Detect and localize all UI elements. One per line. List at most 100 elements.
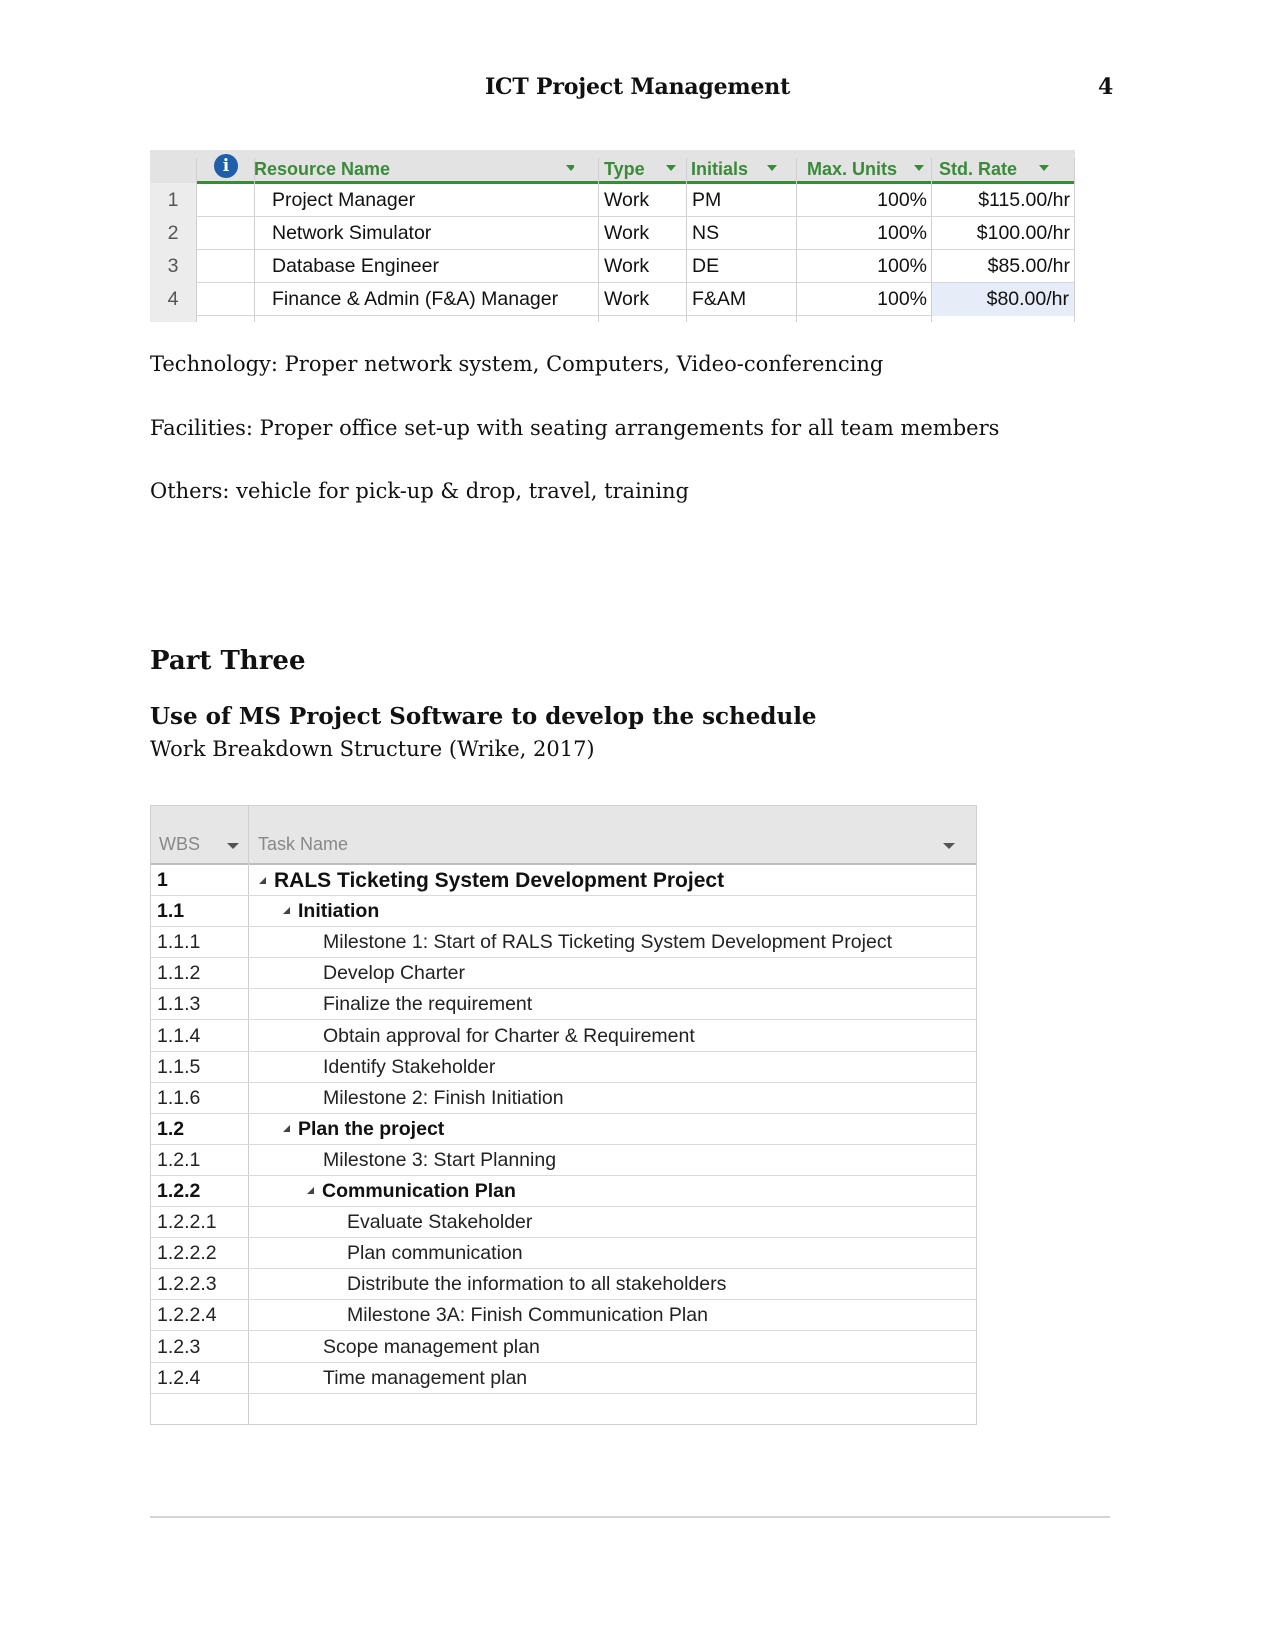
- wbs-row[interactable]: 1.1.6 Milestone 2: Finish Initiation: [151, 1083, 976, 1114]
- std-rate-cell[interactable]: $100.00/hr: [935, 217, 1070, 250]
- initials-cell[interactable]: NS: [692, 217, 792, 250]
- summary-task-name[interactable]: Plan the project: [283, 1114, 444, 1145]
- wbs-row[interactable]: 1.1.3 Finalize the requirement: [151, 989, 976, 1021]
- summary-task-name[interactable]: RALS Ticketing System Development Projec…: [259, 865, 724, 896]
- wbs-row[interactable]: 1.2.2 Communication Plan: [151, 1176, 976, 1208]
- collapse-triangle-icon[interactable]: [283, 907, 290, 915]
- initials-cell[interactable]: PM: [692, 184, 792, 217]
- std-rate-cell-selected[interactable]: $80.00/hr: [932, 283, 1074, 316]
- column-header-max-units[interactable]: Max. Units: [807, 150, 927, 183]
- task-name[interactable]: Distribute the information to all stakeh…: [347, 1269, 726, 1300]
- filter-dropdown-icon[interactable]: [566, 165, 574, 171]
- wbs-code: 1.1.2: [157, 962, 201, 985]
- collapse-triangle-icon[interactable]: [283, 1124, 290, 1132]
- part-three-heading: Part Three: [150, 646, 306, 676]
- wbs-row[interactable]: 1.1.2 Develop Charter: [151, 958, 976, 990]
- column-header-initials[interactable]: Initials: [691, 150, 779, 183]
- task-name[interactable]: Milestone 2: Finish Initiation: [323, 1083, 564, 1114]
- task-name-text: Plan the project: [298, 1117, 445, 1140]
- column-header-std-rate[interactable]: Std. Rate: [939, 150, 1069, 183]
- wbs-row[interactable]: 1.1.5 Identify Stakeholder: [151, 1052, 976, 1083]
- type-cell[interactable]: Work: [604, 184, 684, 217]
- max-units-cell[interactable]: 100%: [800, 184, 927, 217]
- grid-line: [796, 158, 797, 322]
- column-header-type[interactable]: Type: [604, 150, 682, 183]
- column-header-wbs[interactable]: WBS: [159, 834, 200, 855]
- wbs-row[interactable]: 1.1.1 Milestone 1: Start of RALS Ticketin…: [151, 927, 976, 959]
- task-name[interactable]: Milestone 3: Start Planning: [323, 1145, 556, 1176]
- wbs-row[interactable]: 1.2.2.4 Milestone 3A: Finish Communicatio…: [151, 1300, 976, 1332]
- resource-sheet-table: i Resource Name Type Initials Max. Units…: [150, 150, 1075, 322]
- task-name[interactable]: Scope management plan: [323, 1332, 540, 1363]
- task-name[interactable]: Plan communication: [347, 1238, 523, 1269]
- wbs-row[interactable]: 1.2.2.1 Evaluate Stakeholder: [151, 1207, 976, 1239]
- task-name[interactable]: Milestone 1: Start of RALS Ticketing Sys…: [323, 927, 892, 958]
- std-rate-cell[interactable]: $85.00/hr: [935, 250, 1070, 283]
- row-number[interactable]: 3: [150, 250, 196, 283]
- task-name[interactable]: Develop Charter: [323, 958, 465, 989]
- task-name[interactable]: Finalize the requirement: [323, 989, 532, 1020]
- collapse-triangle-icon[interactable]: [307, 1187, 314, 1194]
- max-units-cell[interactable]: 100%: [800, 217, 927, 250]
- grid-line: [1074, 158, 1075, 322]
- type-cell[interactable]: Work: [604, 283, 684, 316]
- collapse-triangle-icon[interactable]: [259, 877, 266, 884]
- max-units-cell[interactable]: 100%: [800, 250, 927, 283]
- grid-line: [196, 158, 197, 322]
- task-name-text: RALS Ticketing System Development Projec…: [274, 869, 725, 892]
- resource-name-cell[interactable]: Network Simulator: [272, 217, 592, 250]
- wbs-code: 1.1.4: [157, 1024, 201, 1047]
- wbs-code: 1: [157, 869, 168, 891]
- wbs-row[interactable]: 1.2.3 Scope management plan: [151, 1332, 976, 1363]
- row-number[interactable]: 1: [150, 184, 196, 217]
- column-header-resource-name[interactable]: Resource Name: [254, 150, 574, 183]
- wbs-row[interactable]: 1.2 Plan the project: [151, 1114, 976, 1145]
- wbs-row[interactable]: 1.2.2.3 Distribute the information to all…: [151, 1269, 976, 1301]
- row-number[interactable]: 2: [150, 217, 196, 250]
- filter-dropdown-icon[interactable]: [1039, 165, 1049, 171]
- column-label: Max. Units: [807, 159, 898, 179]
- type-cell[interactable]: Work: [604, 217, 684, 250]
- initials-cell[interactable]: DE: [692, 250, 792, 283]
- type-cell[interactable]: Work: [604, 250, 684, 283]
- wbs-table-header: WBS Task Name: [151, 806, 976, 865]
- summary-task-name[interactable]: Communication Plan: [307, 1176, 516, 1207]
- filter-dropdown-icon[interactable]: [227, 843, 239, 849]
- wbs-row[interactable]: 1 RALS Ticketing System Development Proje…: [151, 865, 976, 897]
- wbs-code: 1.2.2.4: [157, 1304, 217, 1327]
- initials-cell[interactable]: F&AM: [692, 283, 792, 316]
- others-paragraph: Others: vehicle for pick-up & drop, trav…: [150, 479, 689, 503]
- wbs-row[interactable]: 1.2.2.2 Plan communication: [151, 1238, 976, 1270]
- wbs-code: 1.1.5: [157, 1055, 201, 1078]
- task-name[interactable]: Identify Stakeholder: [323, 1052, 495, 1083]
- task-name-text: Milestone 2: Finish Initiation: [323, 1086, 564, 1109]
- filter-dropdown-icon[interactable]: [767, 165, 777, 171]
- filter-dropdown-icon[interactable]: [666, 165, 676, 171]
- max-units-cell[interactable]: 100%: [800, 283, 927, 316]
- filter-dropdown-icon[interactable]: [914, 165, 924, 171]
- task-name-text: Evaluate Stakeholder: [347, 1211, 533, 1234]
- column-header-task-name[interactable]: Task Name: [258, 834, 348, 855]
- resource-name-cell[interactable]: Database Engineer: [272, 250, 592, 283]
- filter-dropdown-icon[interactable]: [943, 843, 955, 849]
- wbs-row[interactable]: 1.2.1 Milestone 3: Start Planning: [151, 1145, 976, 1176]
- resource-name-cell[interactable]: Project Manager: [272, 184, 592, 217]
- task-name[interactable]: Obtain approval for Charter & Requiremen…: [323, 1021, 695, 1052]
- wbs-row[interactable]: 1.2.4 Time management plan: [151, 1363, 976, 1394]
- column-label: Initials: [691, 159, 749, 179]
- section-subheading: Use of MS Project Software to develop th…: [150, 703, 817, 730]
- task-name[interactable]: Time management plan: [323, 1363, 527, 1394]
- wbs-code: 1.1: [157, 900, 185, 923]
- wbs-row[interactable]: 1.1.4 Obtain approval for Charter & Requi…: [151, 1021, 976, 1052]
- column-label: Resource Name: [254, 159, 391, 179]
- task-name-text: Milestone 1: Start of RALS Ticketing Sys…: [323, 931, 892, 954]
- running-head-title: ICT Project Management: [484, 74, 791, 100]
- task-name[interactable]: Evaluate Stakeholder: [347, 1207, 532, 1238]
- std-rate-cell[interactable]: $115.00/hr: [935, 184, 1070, 217]
- summary-task-name[interactable]: Initiation: [283, 896, 379, 927]
- row-number[interactable]: 4: [150, 283, 196, 316]
- task-name[interactable]: Milestone 3A: Finish Communication Plan: [347, 1300, 708, 1331]
- resource-name-cell[interactable]: Finance & Admin (F&A) Manager: [272, 283, 594, 316]
- wbs-row[interactable]: 1.1 Initiation: [151, 896, 976, 928]
- wbs-code: 1.1.1: [157, 931, 201, 954]
